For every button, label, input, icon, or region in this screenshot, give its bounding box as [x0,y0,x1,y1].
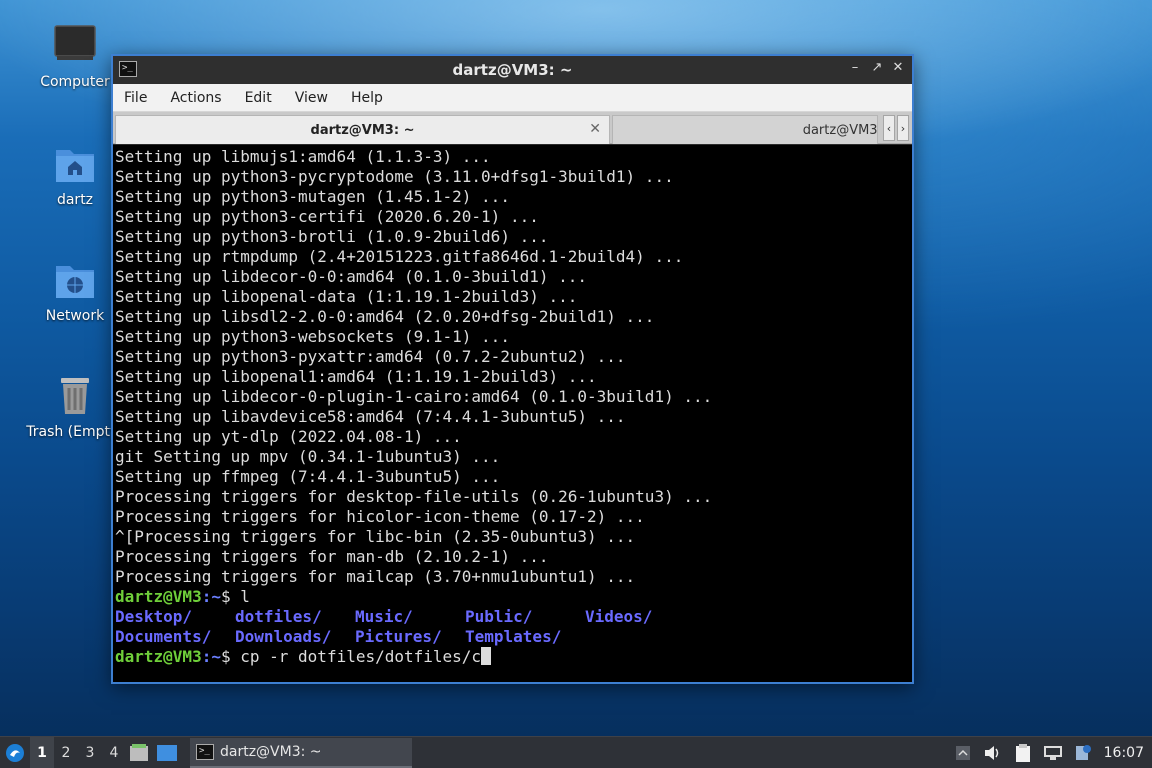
maximize-icon[interactable]: ↗ [868,60,886,75]
terminal-line: Processing triggers for man-db (2.10.2-1… [115,547,549,566]
menu-edit[interactable]: Edit [238,90,279,106]
desktop-icon-network[interactable]: Network [25,258,125,324]
command-text: l [230,587,250,606]
update-notifier-icon[interactable] [1068,737,1098,768]
prompt-line: dartz@VM3:~$ l [115,587,912,607]
terminal-line: Setting up libmujs1:amd64 (1.1.3-3) ... [115,147,491,166]
network-icon[interactable] [1038,737,1068,768]
lubuntu-logo-icon [6,743,24,762]
terminal-line: Setting up yt-dlp (2022.04.08-1) ... [115,427,462,446]
window-titlebar[interactable]: >_ dartz@VM3: ~ – ↗ ✕ [113,56,912,84]
clock[interactable]: 16:07 [1098,745,1152,761]
terminal-line: Setting up libavdevice58:amd64 (7:4.4.1-… [115,407,626,426]
workspace-2[interactable]: 2 [54,745,78,761]
volume-icon[interactable] [978,737,1008,768]
desktop-icon-label: Trash (Empty) [26,424,124,440]
terminal-line: Setting up python3-websockets (9.1-1) ..… [115,327,510,346]
dir-entry: Desktop/ [115,607,193,626]
clipboard-icon[interactable] [1008,737,1038,768]
terminal-line: Setting up python3-certifi (2020.6.20-1)… [115,207,539,226]
home-folder-icon [56,150,94,182]
dir-entry: Templates/ [465,627,562,646]
desktop-icon-label: Computer [40,74,110,90]
trash-icon [61,378,89,414]
prompt-symbol: $ [220,587,231,606]
tab-close-icon[interactable]: ✕ [589,121,601,137]
dir-entry: Public/ [465,607,533,626]
terminal-icon: >_ [196,743,214,760]
tab-scroll-right-icon[interactable]: › [897,115,909,141]
menu-view[interactable]: View [288,90,335,106]
task-label: dartz@VM3: ~ [220,743,322,760]
desktop-icon-computer[interactable]: Computer [25,24,125,90]
start-menu-button[interactable] [0,737,30,768]
show-desktop-button[interactable] [152,737,182,768]
terminal-line: Processing triggers for desktop-file-uti… [115,487,713,506]
prompt-line: dartz@VM3:~$ cp -r dotfiles/dotfiles/c [115,647,912,667]
terminal-line: Setting up libsdl2-2.0-0:amd64 (2.0.20+d… [115,307,655,326]
desktop-icon-home[interactable]: dartz [25,142,125,208]
desktop-icon-label: Network [45,308,105,324]
terminal-window[interactable]: >_ dartz@VM3: ~ – ↗ ✕ File Actions Edit … [111,54,914,684]
terminal-line: Setting up libdecor-0-0:amd64 (0.1.0-3bu… [115,267,588,286]
prompt-path: :~ [201,647,221,666]
tab-scroll-left-icon[interactable]: ‹ [883,115,895,141]
dir-entry: Downloads/ [235,627,332,646]
close-icon[interactable]: ✕ [889,60,907,75]
minimize-icon[interactable]: – [846,60,864,75]
workspace-3[interactable]: 3 [78,745,102,761]
dir-entry: Pictures/ [355,627,442,646]
command-text: cp -r dotfiles/dotfiles/c [230,647,482,666]
prompt-symbol: $ [220,647,231,666]
dir-entry: Videos/ [585,607,653,626]
taskbar: 1 2 3 4 >_ dartz@VM3: ~ 16:07 [0,736,1152,768]
dir-entry: dotfiles/ [235,607,322,626]
terminal-line: Processing triggers for hicolor-icon-the… [115,507,645,526]
taskbar-task-terminal[interactable]: >_ dartz@VM3: ~ [190,737,412,768]
terminal-line: Setting up python3-pycryptodome (3.11.0+… [115,167,674,186]
window-title: dartz@VM3: ~ [452,61,573,79]
terminal-line: Setting up python3-mutagen (1.45.1-2) ..… [115,187,510,206]
terminal-output[interactable]: Setting up libmujs1:amd64 (1.1.3-3) ... S… [113,145,912,682]
terminal-line: Setting up python3-brotli (1.0.9-2build6… [115,227,549,246]
menu-file[interactable]: File [117,90,154,106]
dir-entry: Music/ [355,607,413,626]
prompt-user: dartz@VM3 [115,587,202,606]
tab-bar: dartz@VM3: ~ ✕ dartz@VM3: ~ ‹ › [113,112,912,144]
terminal-icon: >_ [119,61,137,77]
dir-listing-row: Desktop/dotfiles/Music/Public/Videos/ [115,607,912,627]
workspace-1[interactable]: 1 [30,736,54,768]
file-manager-launcher[interactable] [126,737,152,768]
file-manager-icon [130,743,148,761]
menu-help[interactable]: Help [344,90,390,106]
computer-icon [54,25,96,60]
prompt-path: :~ [201,587,221,606]
terminal-line: Setting up libopenal1:amd64 (1:1.19.1-2b… [115,367,597,386]
dir-entry: Documents/ [115,627,212,646]
tab-inactive[interactable]: dartz@VM3: ~ [612,115,878,144]
tab-active[interactable]: dartz@VM3: ~ ✕ [115,115,610,144]
workspace-4[interactable]: 4 [102,745,126,761]
terminal-line: Processing triggers for mailcap (3.70+nm… [115,567,636,586]
terminal-line: Setting up libdecor-0-plugin-1-cairo:amd… [115,387,713,406]
tab-label: dartz@VM3: ~ [310,122,415,138]
terminal-line: git Setting up mpv (0.34.1-1ubuntu3) ... [115,447,501,466]
show-desktop-icon [157,744,177,761]
terminal-line: Setting up ffmpeg (7:4.4.1-3ubuntu5) ... [115,467,501,486]
menu-actions[interactable]: Actions [163,90,228,106]
terminal-line: Setting up rtmpdump (2.4+20151223.gitfa8… [115,247,684,266]
terminal-line: Setting up libopenal-data (1:1.19.1-2bui… [115,287,578,306]
tab-label: dartz@VM3: ~ [802,122,878,138]
network-folder-icon [56,266,94,298]
text-cursor [481,647,492,665]
dir-listing-row: Documents/Downloads/Pictures/Templates/ [115,627,912,647]
desktop-icon-trash[interactable]: Trash (Empty) [25,374,125,440]
prompt-user: dartz@VM3 [115,647,202,666]
tray-expand-icon[interactable] [948,737,978,768]
terminal-line: ^[Processing triggers for libc-bin (2.35… [115,527,636,546]
system-tray: 16:07 [948,737,1152,768]
menu-bar: File Actions Edit View Help [113,84,912,112]
terminal-line: Setting up python3-pyxattr:amd64 (0.7.2-… [115,347,626,366]
desktop-icon-label: dartz [56,192,94,208]
